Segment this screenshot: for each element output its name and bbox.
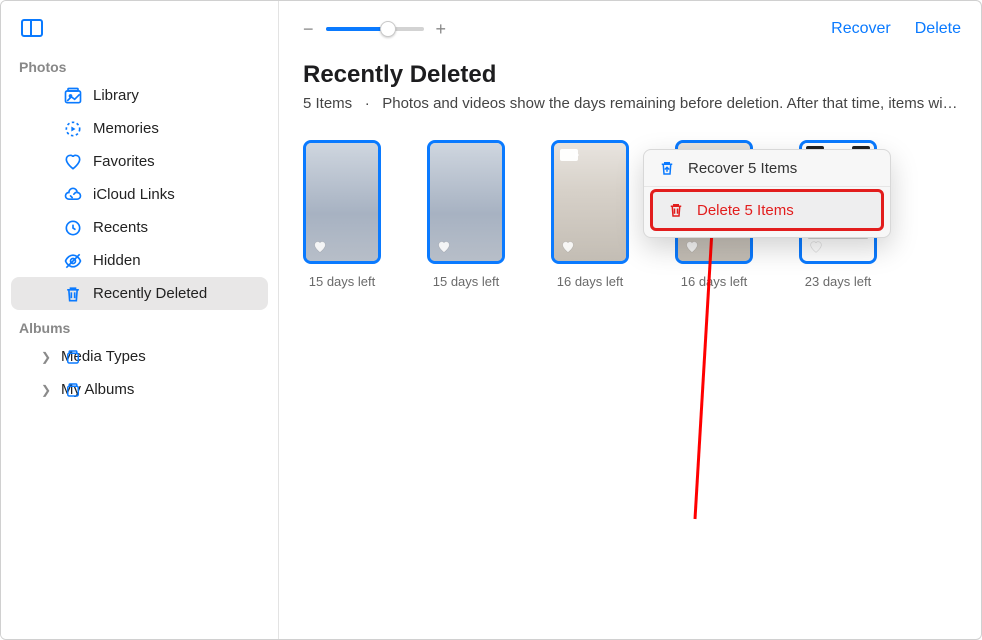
context-menu-label: Recover 5 Items <box>688 160 797 177</box>
favorite-heart-icon <box>436 239 452 255</box>
separator-dot: · <box>365 95 370 112</box>
thumbnail-frame <box>427 140 505 264</box>
photos-app-window: Photos Library Memories Favorites <box>0 0 982 640</box>
thumbnail-caption: 16 days left <box>557 274 624 289</box>
sidebar-item-label: Favorites <box>93 153 155 170</box>
trash-icon <box>63 284 83 304</box>
thumbnail-item[interactable]: 16 days left <box>551 140 629 289</box>
sidebar-item-recently-deleted[interactable]: Recently Deleted <box>11 277 268 310</box>
thumbnail-caption: 15 days left <box>309 274 376 289</box>
cloud-link-icon <box>63 185 83 205</box>
delete-button[interactable]: Delete <box>915 20 961 38</box>
thumbnail-frame <box>551 140 629 264</box>
thumbnail-item[interactable]: 15 days left <box>427 140 505 289</box>
library-icon <box>63 86 83 106</box>
sidebar-header <box>1 11 278 49</box>
thumbnail-caption: 16 days left <box>681 274 748 289</box>
sidebar-section-albums: Albums <box>1 310 278 340</box>
zoom-slider-fill <box>326 27 389 31</box>
context-menu-delete[interactable]: Delete 5 Items <box>650 189 884 231</box>
sidebar-item-label: iCloud Links <box>93 186 175 203</box>
heart-icon <box>63 152 83 172</box>
sidebar-list-albums: ❯ Media Types ❯ My Albums <box>1 340 278 406</box>
zoom-control: − + <box>303 19 446 40</box>
zoom-in-button[interactable]: + <box>436 19 447 40</box>
sidebar-list-photos: Library Memories Favorites iCloud Links <box>1 79 278 310</box>
zoom-out-button[interactable]: − <box>303 19 314 40</box>
sidebar-item-recents[interactable]: Recents <box>11 211 268 244</box>
chevron-right-icon: ❯ <box>41 383 51 397</box>
sidebar-item-media-types[interactable]: ❯ Media Types <box>11 340 268 373</box>
favorite-heart-icon <box>684 239 700 255</box>
sidebar: Photos Library Memories Favorites <box>1 1 279 639</box>
zoom-slider-knob[interactable] <box>380 21 396 37</box>
thumbnail-item[interactable]: 15 days left <box>303 140 381 289</box>
main-content: − + Recover Delete Recently Deleted 5 It… <box>279 1 981 639</box>
sidebar-item-label: Library <box>93 87 139 104</box>
favorite-heart-icon <box>560 239 576 255</box>
context-menu-label: Delete 5 Items <box>697 202 794 219</box>
toolbar-actions: Recover Delete <box>831 20 961 38</box>
trash-delete-icon <box>667 201 685 219</box>
video-badge-icon <box>560 149 578 161</box>
memories-icon <box>63 119 83 139</box>
favorite-heart-icon <box>808 239 824 255</box>
thumbnail-caption: 15 days left <box>433 274 500 289</box>
sidebar-item-label: Hidden <box>93 252 141 269</box>
sidebar-item-icloud-links[interactable]: iCloud Links <box>11 178 268 211</box>
chevron-right-icon: ❯ <box>41 350 51 364</box>
sidebar-item-label: Memories <box>93 120 159 137</box>
sidebar-toggle-icon[interactable] <box>21 19 43 37</box>
subtitle-text: Photos and videos show the days remainin… <box>382 95 957 112</box>
thumbnail-frame <box>303 140 381 264</box>
sidebar-item-label: Recents <box>93 219 148 236</box>
recover-button[interactable]: Recover <box>831 20 891 38</box>
context-menu-recover[interactable]: Recover 5 Items <box>644 150 890 187</box>
eye-slash-icon <box>63 251 83 271</box>
sidebar-item-hidden[interactable]: Hidden <box>11 244 268 277</box>
context-menu: Recover 5 Items Delete 5 Items <box>643 149 891 238</box>
sidebar-item-favorites[interactable]: Favorites <box>11 145 268 178</box>
sidebar-section-photos: Photos <box>1 49 278 79</box>
toolbar: − + Recover Delete <box>303 13 961 45</box>
item-count: 5 Items <box>303 95 352 112</box>
page-title: Recently Deleted <box>303 61 961 89</box>
sidebar-item-my-albums[interactable]: ❯ My Albums <box>11 373 268 406</box>
sidebar-item-library[interactable]: Library <box>11 79 268 112</box>
box-icon <box>63 380 83 400</box>
sidebar-item-memories[interactable]: Memories <box>11 112 268 145</box>
zoom-slider[interactable] <box>326 27 424 31</box>
thumbnail-caption: 23 days left <box>805 274 872 289</box>
sidebar-item-label: Recently Deleted <box>93 285 207 302</box>
clock-icon <box>63 218 83 238</box>
page-subtitle: 5 Items · Photos and videos show the day… <box>303 95 961 112</box>
favorite-heart-icon <box>312 239 328 255</box>
box-icon <box>63 347 83 367</box>
recover-icon <box>658 159 676 177</box>
